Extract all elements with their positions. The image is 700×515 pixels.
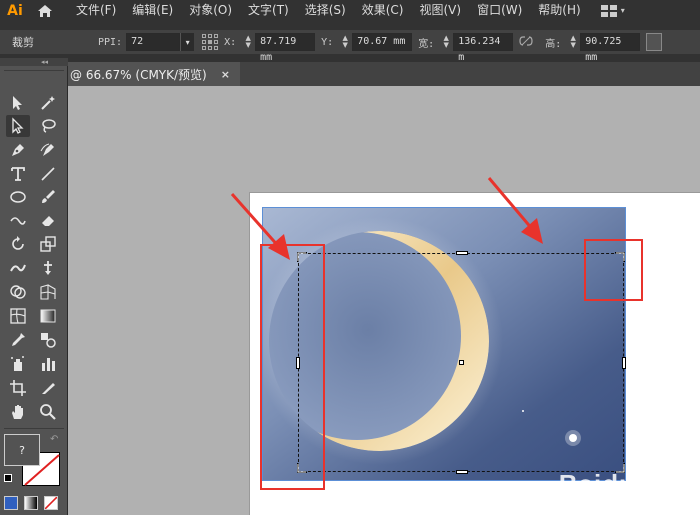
menu-object[interactable]: 对象(O) xyxy=(181,0,240,21)
menu-help[interactable]: 帮助(H) xyxy=(530,0,588,21)
y-label: Y: xyxy=(321,36,334,48)
perspective-grid-icon[interactable] xyxy=(36,281,60,303)
close-icon[interactable]: × xyxy=(221,68,230,81)
toolbar-divider xyxy=(4,428,64,429)
control-bar: 裁剪 PPI: 72 ▾ X: ▲ ▼ 87.719 mm Y: ▲ ▼ 70.67… xyxy=(0,30,700,63)
puppet-warp-icon[interactable] xyxy=(36,257,60,279)
scale-icon[interactable] xyxy=(36,233,60,255)
lasso-icon[interactable] xyxy=(36,115,60,137)
line-icon[interactable] xyxy=(36,163,60,185)
annotation-arrow-left xyxy=(230,193,290,260)
x-stepper-icon[interactable]: ▲ ▼ xyxy=(243,33,253,51)
width-stepper-icon[interactable]: ▲ ▼ xyxy=(441,33,451,51)
direct-selection-icon[interactable] xyxy=(6,115,30,137)
gradient-icon[interactable] xyxy=(36,305,60,327)
color-mode-buttons xyxy=(4,496,58,510)
artboard-icon[interactable] xyxy=(6,377,30,399)
selection-tool-icon[interactable] xyxy=(6,92,30,114)
magic-wand-icon[interactable] xyxy=(36,92,60,114)
type-icon[interactable] xyxy=(6,163,30,185)
menu-edit[interactable]: 编辑(E) xyxy=(124,0,181,21)
link-proportions-icon[interactable] xyxy=(519,35,533,49)
menu-window[interactable]: 窗口(W) xyxy=(469,0,530,21)
x-input[interactable]: 87.719 mm xyxy=(255,33,316,63)
tool-name-label: 裁剪 xyxy=(12,36,34,49)
blend-icon[interactable] xyxy=(36,329,60,351)
height-label: 高: xyxy=(545,38,562,50)
eraser-icon[interactable] xyxy=(36,210,60,232)
eyedropper-icon[interactable] xyxy=(6,329,30,351)
y-stepper-icon[interactable]: ▲ ▼ xyxy=(340,33,350,51)
warp-icon[interactable] xyxy=(6,257,30,279)
toolbar-grip xyxy=(4,70,64,71)
document-tab-bar: @ 66.67% (CMYK/预览) × xyxy=(68,62,700,86)
ppi-label: PPI: xyxy=(98,36,123,48)
fill-swatch[interactable]: ? xyxy=(4,434,40,466)
ppi-dropdown-chevron-icon[interactable]: ▾ xyxy=(180,33,195,51)
shape-builder-icon[interactable] xyxy=(6,281,30,303)
default-colors-icon[interactable] xyxy=(4,474,12,482)
x-label: X: xyxy=(224,36,237,48)
color-mode-icon[interactable] xyxy=(4,496,18,510)
menu-effect[interactable]: 效果(C) xyxy=(354,0,412,21)
symbol-sprayer-icon[interactable] xyxy=(6,353,30,375)
rotate-icon[interactable] xyxy=(6,233,30,255)
menu-bar: Ai 文件(F) 编辑(E) 对象(O) 文字(T) 选择(S) 效果(C) 视… xyxy=(0,0,700,21)
annotation-box-right xyxy=(584,239,643,301)
pen-icon[interactable] xyxy=(6,139,30,161)
chevron-down-icon: ▾ xyxy=(620,6,625,15)
annotation-box-left xyxy=(260,244,325,490)
toolbar-collapse-icon[interactable]: ◂◂ xyxy=(0,58,68,66)
width-input[interactable]: 136.234 m xyxy=(453,33,514,63)
workspace-switcher-icon[interactable]: ▾ xyxy=(600,4,625,17)
reference-point-icon[interactable] xyxy=(202,34,219,50)
watermark-brand: Baidu经验 xyxy=(558,469,690,499)
column-graph-icon[interactable] xyxy=(36,353,60,375)
menu-file[interactable]: 文件(F) xyxy=(68,0,124,21)
fill-stroke-widget[interactable]: ? ↶ xyxy=(4,434,64,488)
shaper-icon[interactable] xyxy=(6,210,30,232)
annotation-arrow-top xyxy=(487,177,543,244)
hand-icon[interactable] xyxy=(6,401,30,423)
height-stepper-icon[interactable]: ▲ ▼ xyxy=(568,33,578,51)
curvature-icon[interactable] xyxy=(36,139,60,161)
document-tab[interactable]: @ 66.67% (CMYK/预览) × xyxy=(68,62,240,86)
baidu-watermark: Baidu经验 jingyan.baidu.com xyxy=(559,464,690,509)
gradient-mode-icon[interactable] xyxy=(24,496,38,510)
apply-button[interactable] xyxy=(646,33,663,51)
document-tab-title: @ 66.67% (CMYK/预览) xyxy=(70,67,207,82)
y-input[interactable]: 70.67 mm xyxy=(352,33,413,51)
zoom-icon[interactable] xyxy=(36,401,60,423)
ellipse-icon[interactable] xyxy=(6,186,30,208)
paintbrush-icon[interactable] xyxy=(36,186,60,208)
mesh-icon[interactable] xyxy=(6,305,30,327)
app-logo: Ai xyxy=(7,2,23,19)
menu-select[interactable]: 选择(S) xyxy=(297,0,354,21)
menu-type[interactable]: 文字(T) xyxy=(240,0,297,21)
home-icon[interactable] xyxy=(30,0,60,21)
none-mode-icon[interactable] xyxy=(44,496,58,510)
canvas-area[interactable]: Baidu经验 jingyan.baidu.com xyxy=(68,86,700,515)
height-input[interactable]: 90.725 mm xyxy=(580,33,641,63)
swap-fill-stroke-icon[interactable]: ↶ xyxy=(50,434,58,445)
slice-icon[interactable] xyxy=(36,377,60,399)
menu-view[interactable]: 视图(V) xyxy=(411,0,469,21)
width-label: 宽: xyxy=(418,38,435,50)
ppi-input[interactable]: 72 xyxy=(126,33,181,51)
